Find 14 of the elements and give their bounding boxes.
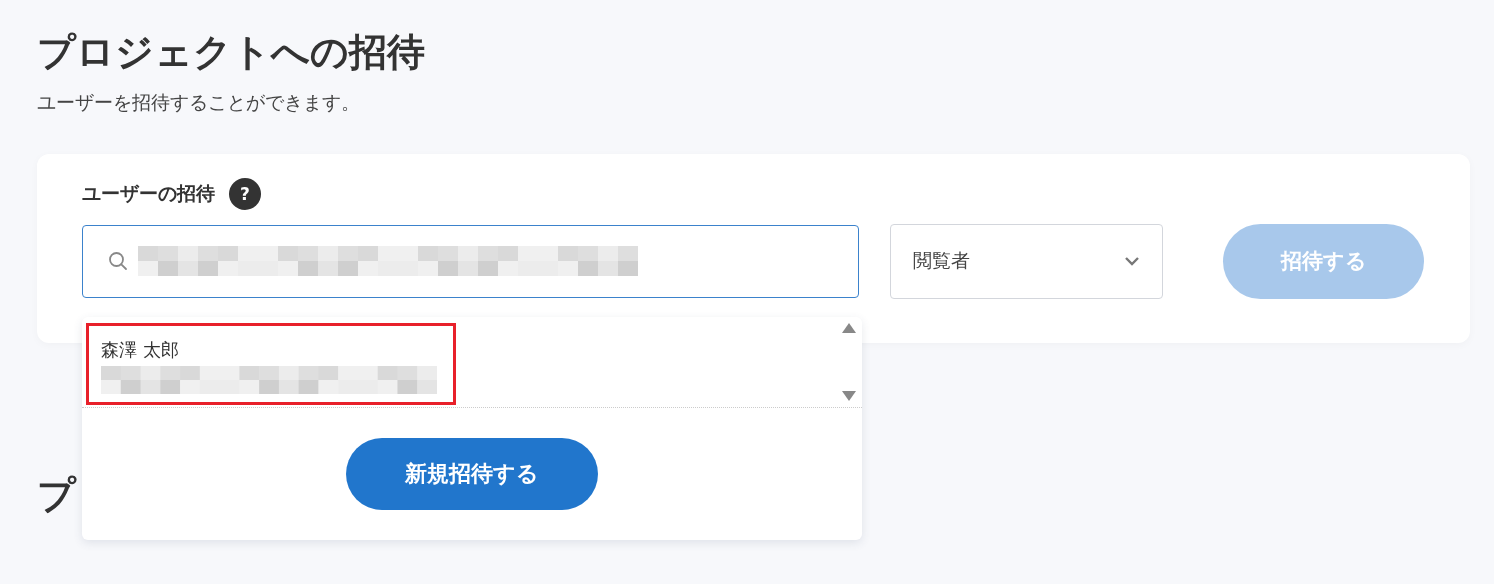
field-label: ユーザーの招待 [82,180,215,206]
chevron-down-icon [1124,256,1140,267]
help-icon[interactable]: ? [229,177,261,210]
new-invite-button[interactable]: 新規招待する [346,437,598,510]
role-select[interactable]: 閲覧者 [890,223,1163,299]
suggestion-item[interactable]: 森澤 太郎 [86,322,456,405]
page-subtitle: ユーザーを招待することができます。 [37,89,361,115]
user-name: 森澤 太郎 [101,337,180,362]
search-field[interactable] [82,224,859,298]
scroll-up-icon[interactable] [842,322,856,333]
page-title: プロジェクトへの招待 [37,30,425,76]
search-icon [108,251,128,272]
section-title: プ [37,472,76,519]
scroll-down-icon[interactable] [842,390,856,401]
